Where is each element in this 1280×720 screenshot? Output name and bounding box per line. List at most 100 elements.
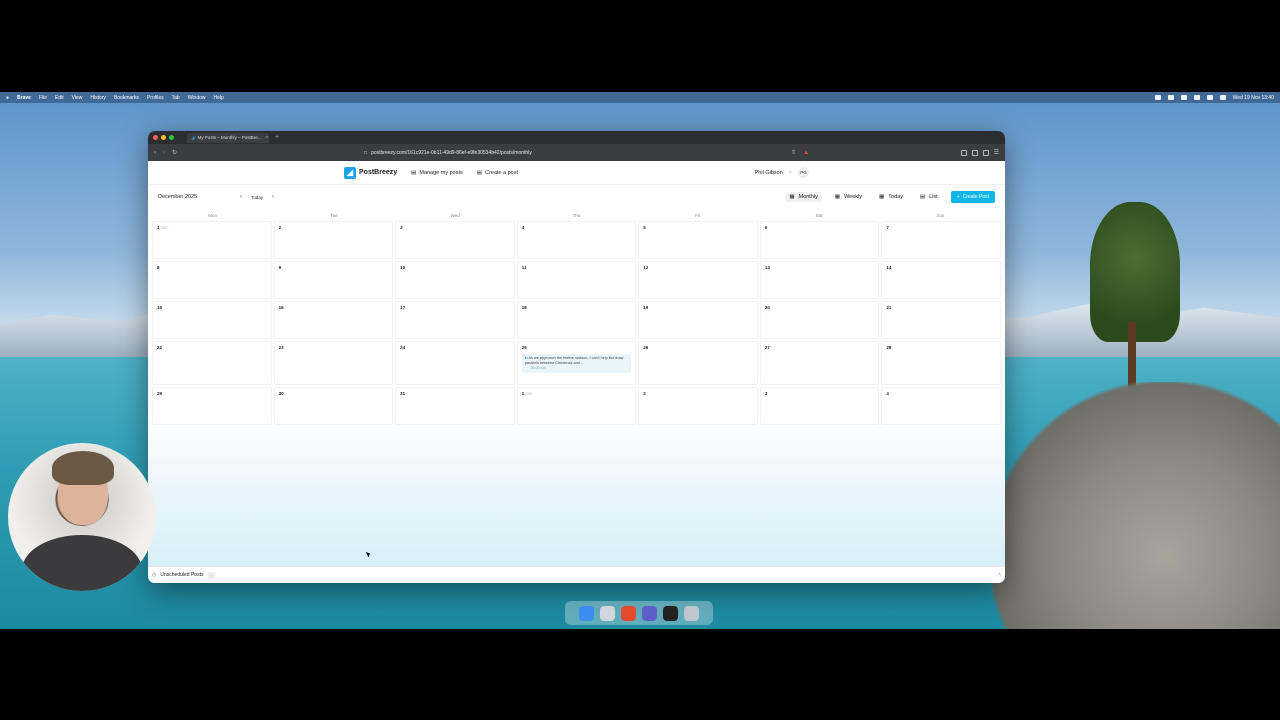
url-text[interactable]: postbreezy.com/161c921e-0b11-49d9-86ef-e… [371,150,532,156]
menu-view[interactable]: View [72,95,83,101]
avatar[interactable]: PG [798,167,809,178]
menu-profiles[interactable]: Profiles [147,95,164,101]
wifi-icon[interactable] [1206,95,1213,100]
terminal-icon[interactable] [663,605,678,621]
calendar-day-cell[interactable]: 4 [881,387,1001,425]
menu-file[interactable]: File [39,95,47,101]
status-app-icon[interactable] [1180,95,1187,100]
apple-icon[interactable]: ● [6,95,9,101]
calendar-day-cell[interactable]: 25 in As we approach the festive season, … [516,341,637,385]
battery-icon[interactable] [1193,95,1200,100]
calendar-day-cell[interactable]: 18 [516,301,637,339]
calendar-day-cell[interactable]: 1Jan [516,387,637,425]
next-month-button[interactable]: › [268,192,278,202]
menu-app-name[interactable]: Brave [17,95,31,101]
calendar-day-cell[interactable]: 27 [759,341,880,385]
menu-history[interactable]: History [90,95,106,101]
menu-window[interactable]: Window [188,95,206,101]
prev-month-button[interactable]: ‹ [236,192,246,202]
back-icon[interactable]: ‹ [154,150,156,156]
share-icon[interactable]: ⇧ [791,149,796,156]
finder-icon[interactable] [579,605,594,621]
calendar-day-cell[interactable]: 12 [638,261,758,299]
forward-icon[interactable]: › [163,150,165,156]
day-number: 1 [521,391,525,396]
calendar-day-cell[interactable]: 13 [759,261,880,299]
brand-logo[interactable]: ◢ PostBreezy [344,166,397,179]
close-tab-icon[interactable]: × [265,135,268,141]
status-app-icon[interactable] [1167,95,1174,100]
calendar-day-cell[interactable]: 7 [881,221,1001,259]
menu-help[interactable]: Help [214,95,224,101]
calendar-day-cell[interactable]: 2 [273,221,394,259]
bookmark-icon[interactable]: □ [364,150,367,156]
weekday-label: Tue [330,212,338,218]
calendar-day-cell[interactable]: 17 [395,301,515,339]
create-post-button[interactable]: + Create Post [950,191,995,203]
calendar-day-cell[interactable]: 14 [881,261,1001,299]
calendar-day-cell[interactable]: 23 [273,341,394,385]
calendar-day-cell[interactable]: 28 [881,341,1001,385]
teams-icon[interactable] [642,605,657,621]
menu-edit[interactable]: Edit [55,95,64,101]
calendar-day-cell[interactable]: 10 [395,261,515,299]
day-number: 2 [278,225,282,230]
view-monthly-button[interactable]: ▦ Monthly [785,192,822,202]
sidebar-icon[interactable] [971,149,978,156]
calendar-day-cell[interactable]: 15 [152,301,272,339]
calendar-day-cell[interactable]: 16 [273,301,394,339]
calendar-day-cell[interactable]: 4 [516,221,637,259]
calendar-day-cell[interactable]: 8 [152,261,272,299]
brave-shields-icon[interactable]: ▲ [803,150,809,156]
calendar-day-cell[interactable]: 31 [395,387,515,425]
address-bar[interactable]: □ postbreezy.com/161c921e-0b11-49d9-86ef… [364,147,784,158]
launchpad-icon[interactable] [600,605,615,621]
menu-tab[interactable]: Tab [172,95,180,101]
calendar-day-cell[interactable]: 2 [638,387,758,425]
view-list-button[interactable]: ▤ List [916,192,942,202]
nav-manage-posts[interactable]: ▤ Manage my posts [411,170,463,176]
view-today-button[interactable]: ▦ Today [875,192,907,202]
menubar-clock[interactable]: Wed 19 Nov 13:40 [1233,95,1274,101]
new-tab-icon[interactable]: + [275,134,279,141]
calendar-day-cell[interactable]: 30 [273,387,394,425]
user-menu[interactable]: Phil Gibson ˅ PG [755,167,809,178]
scheduled-post-card[interactable]: in As we approach the festive season, I … [521,354,632,373]
unscheduled-posts-bar[interactable]: ◷ Unscheduled Posts 0 ˄ [148,566,1005,583]
search-icon[interactable] [1219,95,1226,100]
calendar-day-cell[interactable]: 19 [638,301,758,339]
calendar-day-cell[interactable]: 3 [759,387,880,425]
today-nav-button[interactable]: Today [246,193,268,202]
trash-icon[interactable] [684,605,699,621]
day-number: 3 [764,391,768,396]
calendar-day-cell[interactable]: 5 [638,221,758,259]
calendar-day-cell[interactable]: 6 [759,221,880,259]
calendar-day-cell[interactable]: 9 [273,261,394,299]
calendar-day-cell[interactable]: 20 [759,301,880,339]
status-app-icon[interactable] [1154,95,1161,100]
day-number: 15 [157,305,163,310]
close-window-button[interactable] [153,135,158,140]
calendar-day-cell[interactable]: 3 [395,221,515,259]
view-weekly-label: Weekly [844,194,863,200]
view-weekly-button[interactable]: ▦ Weekly [831,192,866,202]
wallet-icon[interactable] [982,149,989,156]
calendar-day-cell[interactable]: 11 [516,261,637,299]
zoom-window-button[interactable] [169,135,174,140]
browser-tab[interactable]: ◢ My Posts – Monthly – PostBre… × [187,132,269,143]
extensions-icon[interactable] [960,149,967,156]
brave-icon[interactable] [621,605,636,621]
reload-icon[interactable]: ↻ [172,149,177,156]
calendar-day-cell[interactable]: 29 [152,387,272,425]
calendar-day-cell[interactable]: 26 [638,341,758,385]
calendar-day-cell[interactable]: 1Dec [152,221,272,259]
calendar-day-cell[interactable]: 21 [881,301,1001,339]
calendar-day-cell[interactable]: 24 [395,341,515,385]
chevron-up-icon[interactable]: ˄ [998,572,1001,578]
webcam-overlay [8,443,156,591]
menu-icon[interactable]: ☰ [994,149,999,156]
nav-create-post[interactable]: ▤ Create a post [477,170,518,176]
minimize-window-button[interactable] [161,135,166,140]
calendar-day-cell[interactable]: 22 [152,341,272,385]
menu-bookmarks[interactable]: Bookmarks [114,95,139,101]
